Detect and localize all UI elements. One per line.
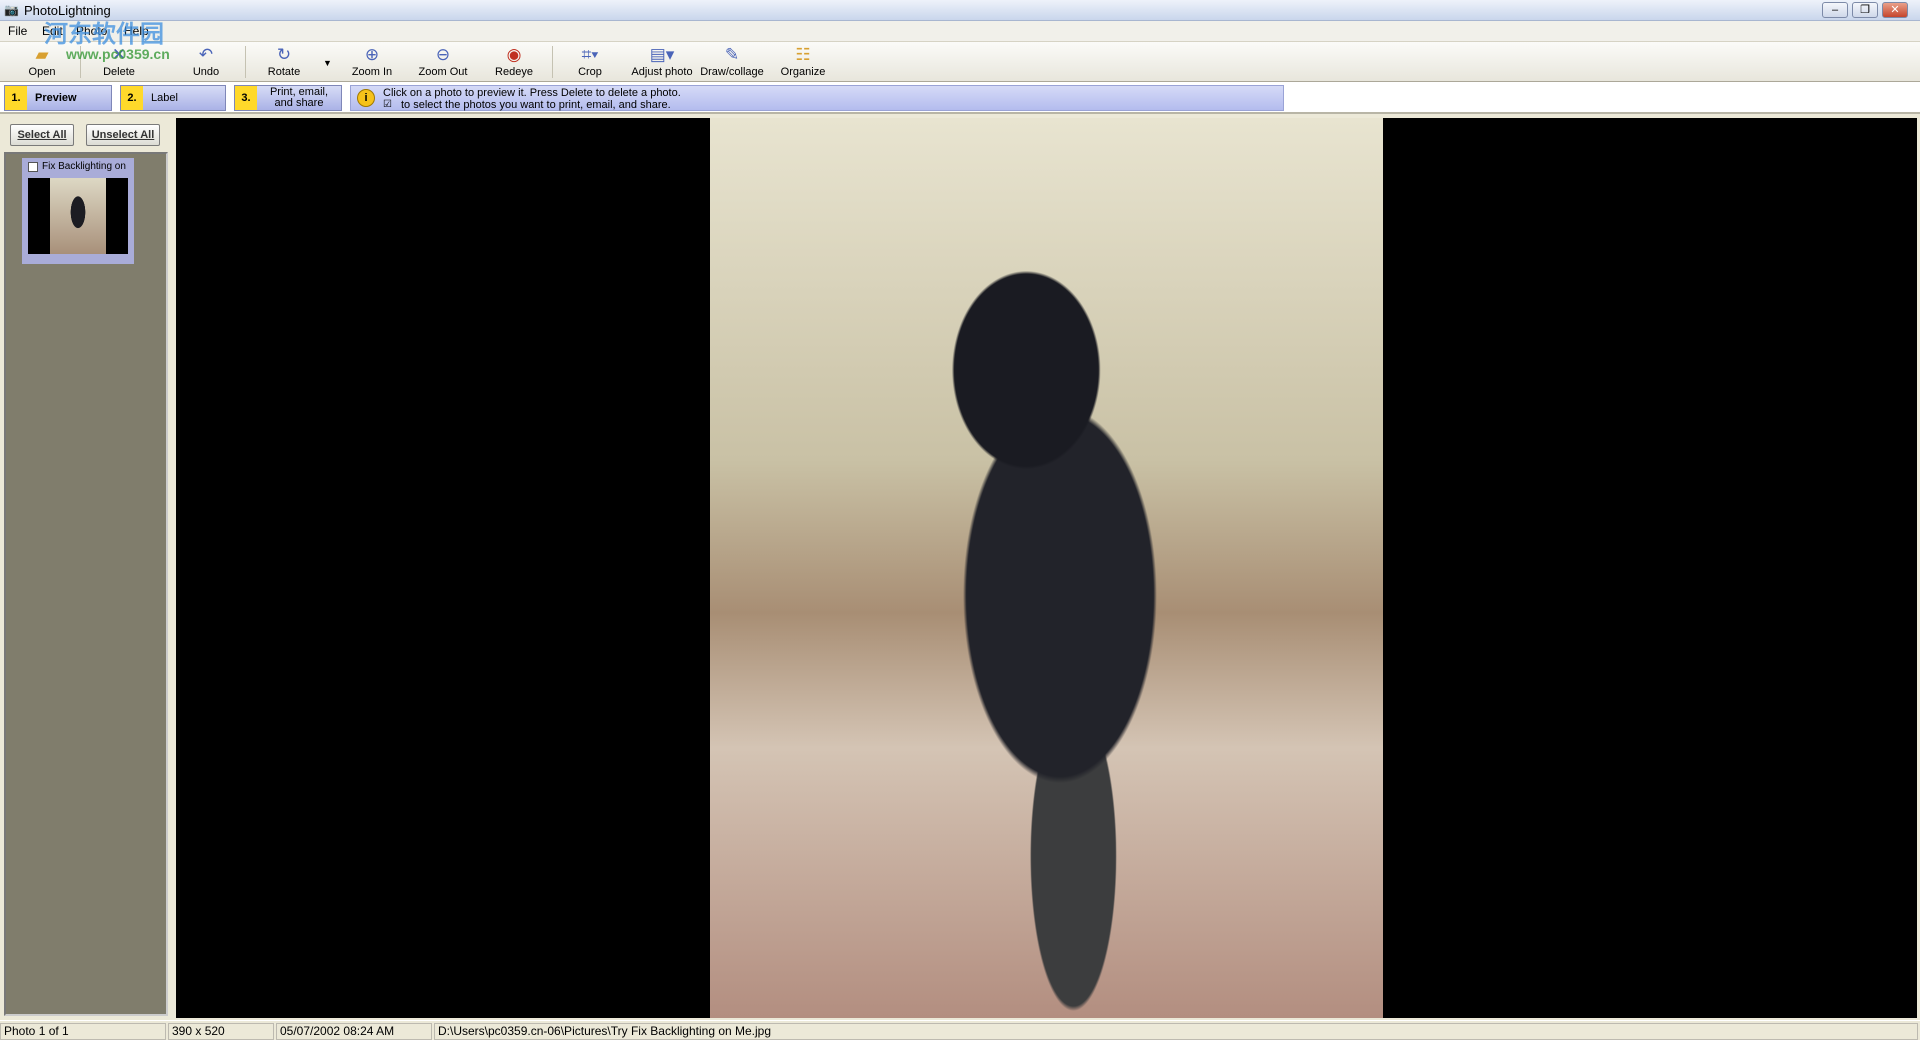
- undo-icon: ↶: [198, 45, 214, 64]
- thumbnail-checkbox[interactable]: [28, 162, 38, 172]
- status-path: D:\Users\pc0359.cn-06\Pictures\Try Fix B…: [434, 1023, 1918, 1040]
- minimize-button[interactable]: –: [1822, 2, 1848, 18]
- separator: [552, 46, 553, 78]
- photo-viewer[interactable]: [176, 118, 1917, 1018]
- rotate-icon: ↻: [276, 45, 292, 64]
- thumbnail-strip[interactable]: Fix Backlighting on: [4, 152, 168, 1016]
- close-button[interactable]: ✕: [1882, 2, 1908, 18]
- open-button[interactable]: ▰ Open: [20, 44, 64, 81]
- status-dimensions: 390 x 520: [168, 1023, 274, 1040]
- zoom-out-icon: ⊖: [435, 45, 451, 64]
- thumbnail-image: [28, 178, 128, 254]
- menu-bar: File Edit Photo Help: [0, 21, 1920, 42]
- step-preview[interactable]: 1. Preview: [4, 85, 112, 111]
- info-line-1: Click on a photo to preview it. Press De…: [383, 87, 681, 99]
- separator: [245, 46, 246, 78]
- adjust-photo-icon: ▤▾: [649, 45, 675, 64]
- step-label[interactable]: 2. Label: [120, 85, 226, 111]
- info-line-2: to select the photos you want to print, …: [401, 99, 671, 111]
- step-bar: 1. Preview 2. Label 3. Print, email, and sh…: [0, 82, 1920, 114]
- zoom-in-icon: ⊕: [364, 45, 380, 64]
- title-bar: 📷 PhotoLightning – ❐ ✕: [0, 0, 1920, 21]
- draw-collage-icon: ✎: [724, 45, 740, 64]
- maximize-button[interactable]: ❐: [1852, 2, 1878, 18]
- crop-icon: ⌗▾: [581, 45, 599, 64]
- crop-button[interactable]: ⌗▾ Crop: [570, 44, 610, 81]
- organize-icon: ☷: [795, 45, 811, 64]
- info-icon: i: [357, 89, 375, 107]
- left-panel: Select All Unselect All Fix Backlighting…: [0, 116, 170, 1018]
- organize-button[interactable]: ☷ Organize: [778, 44, 828, 81]
- info-banner: i Click on a photo to preview it. Press …: [350, 85, 1284, 111]
- redeye-button[interactable]: ◉ Redeye: [490, 44, 538, 81]
- zoom-out-button[interactable]: ⊖ Zoom Out: [415, 44, 471, 81]
- toolbar: ▰Open ✕Delete ▼ ↶Undo ↻Rotate ▼ ⊕Zoom In…: [0, 42, 1920, 104]
- watermark-logo: 河东软件园: [44, 21, 164, 48]
- thumbnail-label: Fix Backlighting on: [42, 161, 126, 172]
- select-all-button[interactable]: Select All: [10, 124, 74, 146]
- rotate-dropdown-arrow[interactable]: ▼: [323, 58, 332, 68]
- unselect-all-button[interactable]: Unselect All: [86, 124, 160, 146]
- status-bar: Photo 1 of 1 390 x 520 05/07/2002 08:24 …: [0, 1020, 1920, 1040]
- rotate-button[interactable]: ↻ Rotate: [262, 44, 306, 81]
- step-print-email-share[interactable]: 3. Print, email, and share: [234, 85, 342, 111]
- preview-photo[interactable]: [710, 118, 1383, 1018]
- thumbnail-item[interactable]: Fix Backlighting on: [22, 158, 134, 264]
- redeye-icon: ◉: [506, 45, 522, 64]
- draw-collage-button[interactable]: ✎ Draw/collage: [698, 44, 766, 81]
- status-date: 05/07/2002 08:24 AM: [276, 1023, 432, 1040]
- menu-file[interactable]: File: [8, 24, 27, 38]
- app-icon: 📷: [4, 3, 19, 17]
- zoom-in-button[interactable]: ⊕ Zoom In: [350, 44, 394, 81]
- checkbox-icon: ☑: [383, 99, 392, 110]
- status-photo-count: Photo 1 of 1: [0, 1023, 166, 1040]
- adjust-photo-button[interactable]: ▤▾ Adjust photo: [630, 44, 694, 81]
- undo-button[interactable]: ↶ Undo: [186, 44, 226, 81]
